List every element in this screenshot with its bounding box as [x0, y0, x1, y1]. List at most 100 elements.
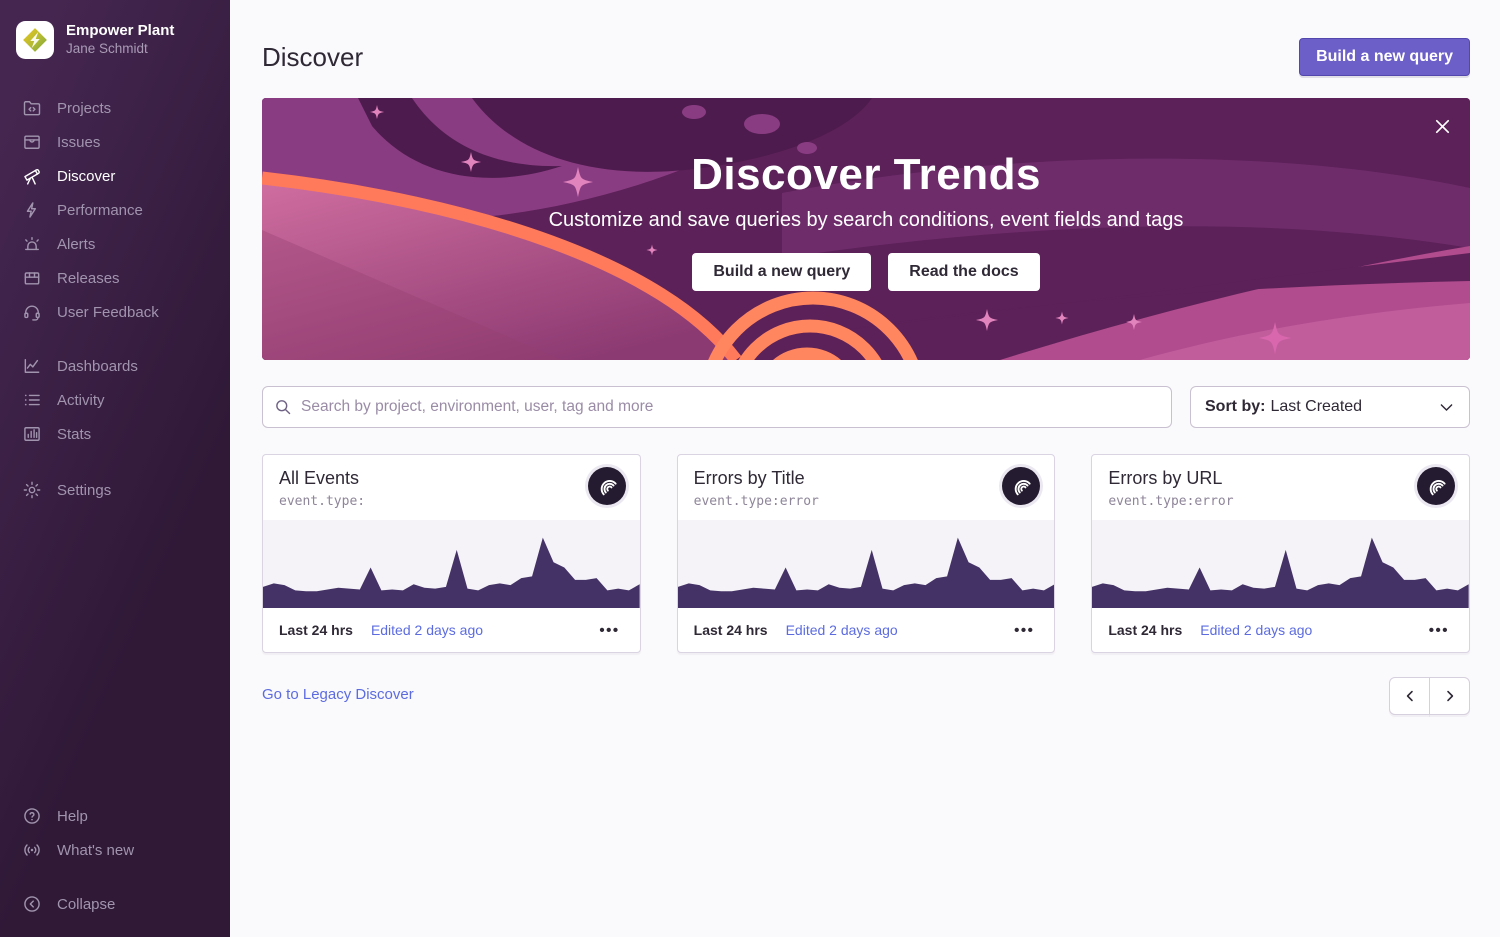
issues-icon — [22, 132, 42, 152]
search-input[interactable] — [262, 386, 1172, 428]
card-title: Errors by Title — [694, 468, 993, 489]
card-header: Errors by URL event.type:error — [1092, 455, 1469, 520]
build-new-query-button[interactable]: Build a new query — [1299, 38, 1470, 76]
chevron-down-icon — [1438, 399, 1455, 416]
gear-icon — [22, 480, 42, 500]
prev-page-button[interactable] — [1389, 677, 1430, 715]
query-card-errors-by-title[interactable]: Errors by Title event.type:error Las — [677, 454, 1056, 653]
sidebar-item-label: User Feedback — [57, 304, 159, 321]
dashboards-chart-icon — [22, 356, 42, 376]
banner-read-docs-button[interactable]: Read the docs — [888, 253, 1039, 291]
sidebar-item-label: Activity — [57, 392, 105, 409]
help-question-icon — [22, 806, 42, 826]
sidebar-item-label: Discover — [57, 168, 115, 185]
sidebar-item-releases[interactable]: Releases — [0, 261, 230, 295]
sidebar-item-label: Performance — [57, 202, 143, 219]
sidebar-item-label: Collapse — [57, 896, 115, 913]
sidebar-item-label: What's new — [57, 842, 134, 859]
sidebar-item-label: Issues — [57, 134, 100, 151]
sidebar-item-collapse[interactable]: Collapse — [0, 887, 230, 921]
card-footer: Last 24 hrs Edited 2 days ago ••• — [678, 608, 1055, 652]
banner-title: Discover Trends — [262, 150, 1470, 200]
sidebar-item-performance[interactable]: Performance — [0, 193, 230, 227]
sidebar: Empower Plant Jane Schmidt Projects Issu… — [0, 0, 230, 937]
sidebar-item-label: Settings — [57, 482, 111, 499]
card-footer: Last 24 hrs Edited 2 days ago ••• — [263, 608, 640, 652]
card-time-range: Last 24 hrs — [1108, 622, 1182, 638]
card-footer: Last 24 hrs Edited 2 days ago ••• — [1092, 608, 1469, 652]
main-content: Discover Build a new query — [230, 0, 1500, 937]
card-edited-text: Edited 2 days ago — [786, 622, 898, 638]
primary-nav: Projects Issues Discover Performance — [0, 91, 230, 507]
query-card-errors-by-url[interactable]: Errors by URL event.type:error Last — [1091, 454, 1470, 653]
sidebar-item-label: Dashboards — [57, 358, 138, 375]
card-query-string: event.type:error — [1108, 494, 1407, 509]
banner-buttons: Build a new query Read the docs — [262, 253, 1470, 291]
org-switcher[interactable]: Empower Plant Jane Schmidt — [0, 13, 230, 67]
sentry-logo-avatar — [1417, 467, 1455, 505]
sentry-logo-avatar — [1002, 467, 1040, 505]
sidebar-item-label: Releases — [57, 270, 120, 287]
sidebar-item-alerts[interactable]: Alerts — [0, 227, 230, 261]
sidebar-item-help[interactable]: Help — [0, 799, 230, 833]
more-options-icon[interactable]: ••• — [1425, 618, 1453, 643]
more-options-icon[interactable]: ••• — [595, 618, 623, 643]
sentry-logo-icon — [1424, 474, 1448, 498]
performance-lightning-icon — [22, 200, 42, 220]
sidebar-item-label: Stats — [57, 426, 91, 443]
sidebar-item-user-feedback[interactable]: User Feedback — [0, 295, 230, 329]
sparkline-chart — [1092, 520, 1469, 608]
sidebar-item-label: Help — [57, 808, 88, 825]
sidebar-item-projects[interactable]: Projects — [0, 91, 230, 125]
banner-subtitle: Customize and save queries by search con… — [262, 209, 1470, 232]
card-header: All Events event.type: — [263, 455, 640, 520]
legacy-discover-link[interactable]: Go to Legacy Discover — [262, 686, 414, 703]
sort-value: Last Created — [1270, 398, 1362, 416]
more-options-icon[interactable]: ••• — [1010, 618, 1038, 643]
banner-build-query-button[interactable]: Build a new query — [692, 253, 871, 291]
banner-content: Discover Trends Customize and save queri… — [262, 98, 1470, 291]
nav-divider-gap — [0, 451, 230, 473]
sidebar-footer-nav: Help What's new Collapse — [0, 799, 230, 921]
sort-dropdown[interactable]: Sort by: Last Created — [1190, 386, 1470, 428]
user-feedback-headset-icon — [22, 302, 42, 322]
sort-label: Sort by: — [1205, 398, 1265, 416]
stats-bars-icon — [22, 424, 42, 444]
page-title: Discover — [262, 42, 363, 73]
nav-divider-gap — [0, 329, 230, 349]
activity-list-icon — [22, 390, 42, 410]
sidebar-item-discover[interactable]: Discover — [0, 159, 230, 193]
sparkline-chart — [678, 520, 1055, 608]
card-time-range: Last 24 hrs — [694, 622, 768, 638]
card-title: Errors by URL — [1108, 468, 1407, 489]
sidebar-spacer — [0, 507, 230, 775]
sidebar-item-whats-new[interactable]: What's new — [0, 833, 230, 867]
saved-query-cards: All Events event.type: Last 24 hrs — [262, 454, 1470, 653]
nav-divider-gap — [0, 867, 230, 887]
sidebar-item-label: Projects — [57, 100, 111, 117]
releases-box-icon — [22, 268, 42, 288]
discover-telescope-icon — [22, 166, 42, 186]
collapse-chevron-icon — [22, 894, 42, 914]
close-icon[interactable] — [1428, 112, 1456, 140]
next-page-button[interactable] — [1429, 677, 1470, 715]
query-toolbar: Sort by: Last Created — [262, 386, 1470, 428]
chevron-right-icon — [1442, 688, 1458, 704]
card-query-string: event.type: — [279, 494, 578, 509]
user-name: Jane Schmidt — [66, 41, 174, 58]
card-edited-text: Edited 2 days ago — [371, 622, 483, 638]
sidebar-item-activity[interactable]: Activity — [0, 383, 230, 417]
sidebar-item-settings[interactable]: Settings — [0, 473, 230, 507]
empower-plant-logo-icon — [16, 21, 54, 59]
pagination — [1389, 677, 1470, 715]
sentry-logo-avatar — [588, 467, 626, 505]
sidebar-item-issues[interactable]: Issues — [0, 125, 230, 159]
card-edited-text: Edited 2 days ago — [1200, 622, 1312, 638]
org-name: Empower Plant — [66, 22, 174, 41]
query-card-all-events[interactable]: All Events event.type: Last 24 hrs — [262, 454, 641, 653]
sidebar-item-stats[interactable]: Stats — [0, 417, 230, 451]
chevron-left-icon — [1402, 688, 1418, 704]
sidebar-item-dashboards[interactable]: Dashboards — [0, 349, 230, 383]
card-time-range: Last 24 hrs — [279, 622, 353, 638]
projects-icon — [22, 98, 42, 118]
